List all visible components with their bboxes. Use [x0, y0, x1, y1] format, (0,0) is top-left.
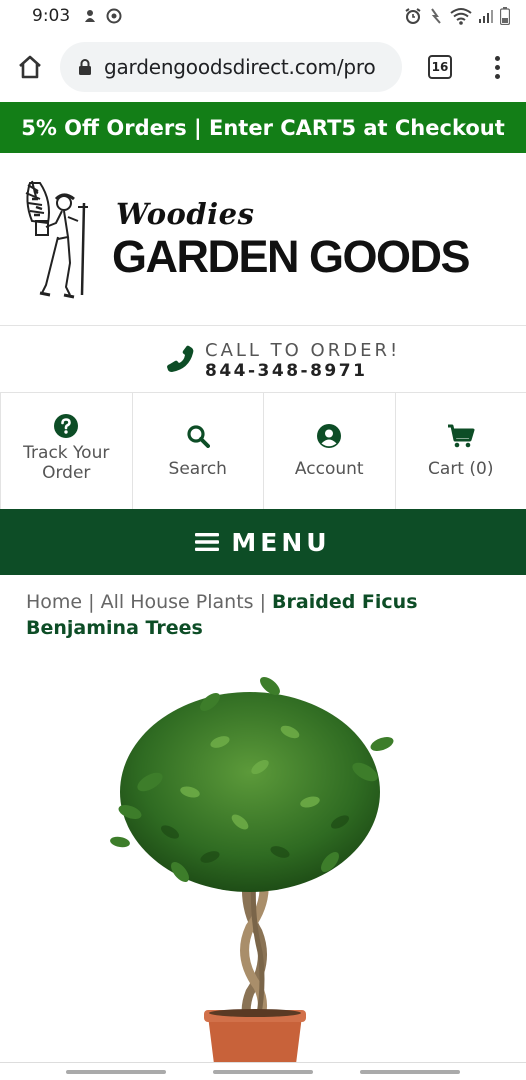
- promo-text: 5% Off Orders | Enter CART5 at Checkout: [21, 115, 505, 140]
- account-label: Account: [294, 459, 364, 479]
- logo-script-text: Woodies: [116, 197, 255, 231]
- call-to-order[interactable]: CALL TO ORDER! 844-348-8971: [0, 326, 526, 393]
- site-header-logo[interactable]: Woodies GARDEN GOODS: [0, 153, 526, 326]
- user-circle-icon: [317, 424, 342, 448]
- browser-toolbar: gardengoodsdirect.com/pro 16: [0, 32, 526, 102]
- home-handle: [213, 1070, 313, 1074]
- promo-banner[interactable]: 5% Off Orders | Enter CART5 at Checkout: [0, 102, 526, 153]
- back-handle: [360, 1070, 460, 1074]
- track-order-label: Track Your Order: [23, 443, 110, 483]
- home-icon: [19, 55, 41, 79]
- nfc-icon: [431, 8, 441, 24]
- product-image[interactable]: [100, 672, 400, 1064]
- cart-button[interactable]: Cart (0): [396, 393, 526, 509]
- cart-label: Cart (0): [428, 459, 494, 479]
- lock-icon: [79, 59, 91, 75]
- menu-label: MENU: [231, 527, 331, 557]
- notification-icon: [85, 10, 96, 22]
- alarm-icon: [405, 8, 421, 24]
- tab-count: 16: [428, 55, 452, 79]
- search-icon: [187, 425, 210, 448]
- phone-number[interactable]: 844-348-8971: [205, 361, 367, 381]
- status-bar: 9:03: [0, 0, 526, 32]
- track-order-button[interactable]: Track Your Order: [0, 393, 133, 509]
- call-label: CALL TO ORDER!: [205, 340, 401, 361]
- system-navigation-bar: [0, 1062, 526, 1080]
- home-button[interactable]: [0, 32, 60, 102]
- quick-nav: Track Your Order Search Account Cart (0): [0, 393, 526, 509]
- battery-icon: [500, 7, 510, 25]
- cart-icon: [447, 424, 475, 448]
- search-button[interactable]: Search: [133, 393, 264, 509]
- question-circle-icon: [54, 414, 79, 438]
- wifi-icon: [450, 8, 472, 25]
- hamburger-icon: [195, 533, 220, 551]
- account-button[interactable]: Account: [264, 393, 396, 509]
- more-vert-icon: [494, 55, 500, 61]
- menu-button[interactable]: MENU: [0, 509, 526, 575]
- gardener-logo-icon: [25, 180, 88, 299]
- breadcrumb-separator: |: [82, 591, 101, 613]
- breadcrumb-category[interactable]: All House Plants: [101, 591, 254, 613]
- sync-icon: [106, 8, 122, 24]
- logo-main-text: GARDEN GOODS: [112, 231, 471, 282]
- recent-apps-handle: [66, 1070, 166, 1074]
- breadcrumb: Home | All House Plants | Braided Ficus …: [26, 589, 496, 641]
- url-text: gardengoodsdirect.com/pro: [104, 55, 376, 79]
- address-bar[interactable]: gardengoodsdirect.com/pro: [60, 42, 402, 92]
- tab-switcher-button[interactable]: 16: [408, 32, 472, 102]
- signal-icon: [479, 10, 493, 23]
- search-label: Search: [168, 459, 227, 479]
- browser-menu-button[interactable]: [472, 32, 522, 102]
- breadcrumb-home[interactable]: Home: [26, 591, 82, 613]
- status-time: 9:03: [32, 6, 71, 26]
- breadcrumb-separator: |: [253, 591, 273, 613]
- phone-icon: [167, 345, 194, 372]
